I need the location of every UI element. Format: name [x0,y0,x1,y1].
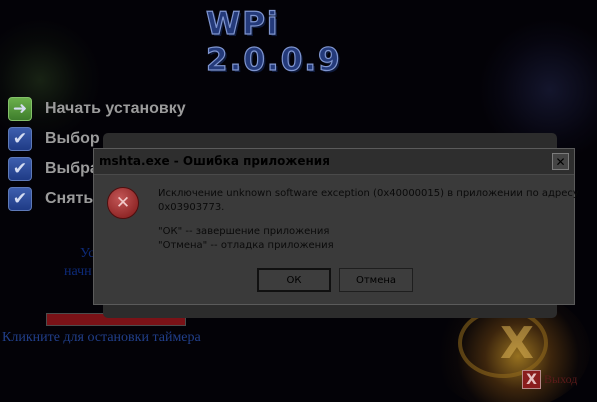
checkbox-icon: ✔ [8,127,32,151]
partial-text-line2: начн [64,264,92,279]
hint-cancel: "Отмена" -- отладка приложения [158,240,334,251]
close-icon: X [522,370,541,389]
dialog-titlebar[interactable]: mshta.exe - Ошибка приложения ✕ [94,149,574,175]
error-message-line2: 0x03903773. [158,202,225,213]
checkbox-icon: ✔ [8,187,32,211]
dialog-title: mshta.exe - Ошибка приложения [99,154,330,168]
dialog-close-button[interactable]: ✕ [552,153,569,170]
error-dialog: mshta.exe - Ошибка приложения ✕ ✕ Исключ… [93,148,579,305]
logo-x-decoration: X [500,318,534,369]
arrow-right-icon: ➜ [8,97,32,121]
stop-timer-link[interactable]: Кликните для остановки таймера [2,330,201,346]
error-message-line1: Исключение unknown software exception (0… [158,188,579,199]
checkbox-icon: ✔ [8,157,32,181]
error-icon: ✕ [107,187,139,219]
menu-item-label: Начать установку [45,100,186,117]
app-title: WPi 2.0.0.9 [205,5,342,78]
cancel-button[interactable]: Отмена [339,268,413,292]
hint-ok: "ОК" -- завершение приложения [158,226,330,237]
exit-label: Выход [544,372,578,386]
menu-item-start-install[interactable]: ➜ Начать установку [8,94,219,124]
ok-button[interactable]: ОК [257,268,331,292]
exit-button[interactable]: X Выход [522,370,577,389]
menu-item-label: Снять [45,190,94,207]
